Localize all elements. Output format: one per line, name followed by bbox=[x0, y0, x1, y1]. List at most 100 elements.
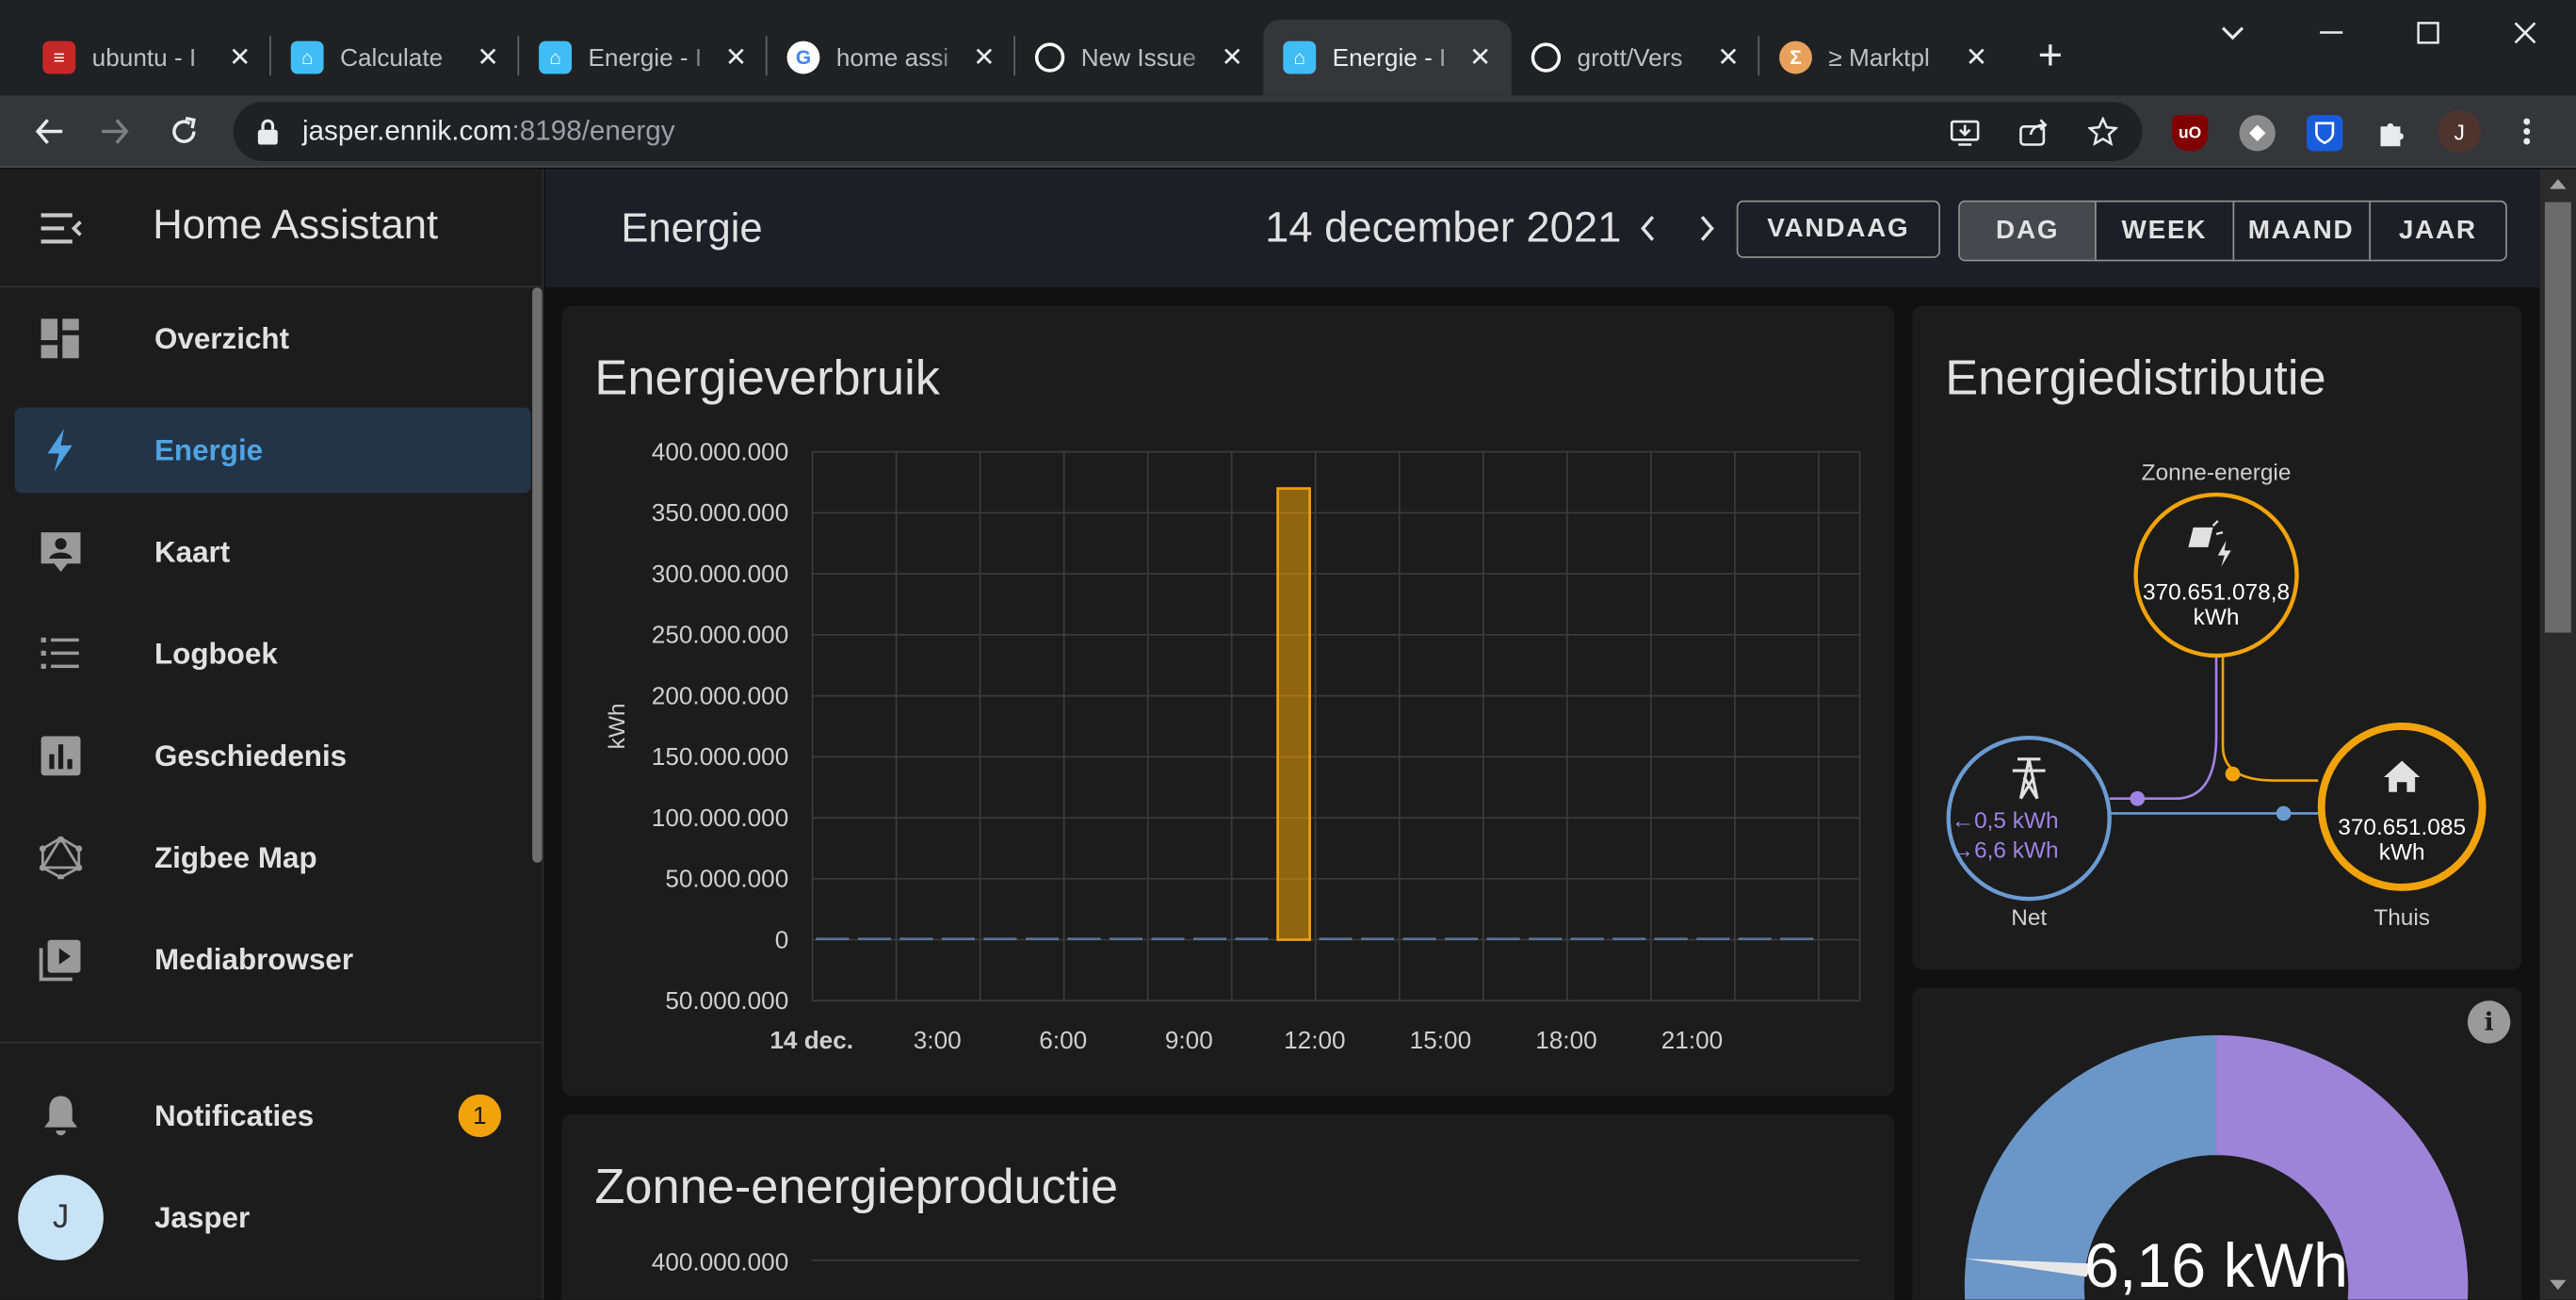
sidebar-item-user[interactable]: Jasper bbox=[15, 1175, 531, 1260]
address-bar[interactable]: jasper.ennik.com:8198/energy bbox=[233, 102, 2143, 161]
browser-tab[interactable]: Σ ≥ Marktpl ✕ bbox=[1759, 20, 2007, 95]
bar[interactable] bbox=[1654, 937, 1688, 940]
previous-day-chevron-icon[interactable] bbox=[1629, 209, 1665, 249]
grid-node[interactable]: ←0,5 kWh →6,6 kWh bbox=[1946, 736, 2112, 902]
sidebar-item-label: Zigbee Map bbox=[154, 840, 317, 874]
bar[interactable] bbox=[942, 937, 975, 940]
sidebar-item-overzicht[interactable]: Overzicht bbox=[15, 296, 531, 382]
sidebar: Home Assistant Overzicht Energie Kaart L… bbox=[0, 169, 544, 1300]
energy-usage-chart[interactable]: 400.000.000 350.000.000 300.000.000 250.000… bbox=[562, 305, 1895, 1096]
bar[interactable] bbox=[1151, 937, 1185, 940]
bar[interactable] bbox=[1110, 937, 1143, 940]
extension-icon[interactable] bbox=[2239, 115, 2276, 152]
bar[interactable] bbox=[1780, 937, 1814, 940]
bar[interactable] bbox=[1738, 937, 1772, 940]
bar[interactable] bbox=[1319, 937, 1353, 940]
bitwarden-icon[interactable] bbox=[2306, 115, 2343, 152]
reload-icon[interactable] bbox=[161, 108, 207, 154]
bar[interactable] bbox=[1276, 487, 1311, 941]
bar[interactable] bbox=[1486, 937, 1520, 940]
tab-close-icon[interactable]: ✕ bbox=[221, 40, 257, 75]
y-axis-label: kWh bbox=[605, 704, 630, 750]
menu-open-icon[interactable] bbox=[40, 209, 82, 249]
period-month-button[interactable]: MAAND bbox=[2233, 202, 2371, 260]
share-icon[interactable] bbox=[2017, 115, 2050, 148]
bar[interactable] bbox=[1445, 937, 1479, 940]
bar[interactable] bbox=[983, 937, 1017, 940]
browser-tab[interactable]: ⌂ Energie - I ✕ bbox=[519, 20, 767, 95]
ublock-icon[interactable]: uO bbox=[2171, 115, 2209, 152]
bar[interactable] bbox=[1026, 937, 1059, 940]
bar[interactable] bbox=[1193, 937, 1227, 940]
period-week-button[interactable]: WEEK bbox=[2097, 202, 2234, 260]
information-icon[interactable]: i bbox=[2467, 1000, 2511, 1044]
tab-close-icon[interactable]: ✕ bbox=[966, 40, 1002, 75]
dashboard-icon bbox=[41, 318, 79, 359]
bar[interactable] bbox=[899, 937, 933, 940]
browser-tab-bar: ≡ ubuntu - I ✕ ⌂ Calculate ✕ ⌂ Energie - I ✕ Ghom… bbox=[0, 0, 2576, 96]
solar-node[interactable]: 370.651.078,8 kWh bbox=[2133, 492, 2299, 658]
home-assistant-icon: ⌂ bbox=[539, 41, 573, 74]
bar[interactable] bbox=[1696, 937, 1730, 940]
install-app-icon[interactable] bbox=[1949, 115, 1982, 148]
bar[interactable] bbox=[1612, 937, 1646, 940]
sidebar-item-zigbee-map[interactable]: Zigbee Map bbox=[15, 815, 531, 901]
sidebar-item-mediabrowser[interactable]: Mediabrowser bbox=[15, 917, 531, 1002]
bar[interactable] bbox=[1529, 937, 1563, 940]
period-day-button[interactable]: DAG bbox=[1959, 202, 2098, 260]
next-day-chevron-icon[interactable] bbox=[1689, 209, 1725, 249]
tab-search-icon[interactable] bbox=[2195, 9, 2270, 56]
bar[interactable] bbox=[1570, 937, 1604, 940]
solar-production-chart[interactable]: 400.000.000 bbox=[562, 1114, 1895, 1300]
puzzle-extensions-icon[interactable] bbox=[2374, 115, 2410, 151]
browser-tab[interactable]: New Issue ✕ bbox=[1015, 20, 1263, 95]
tab-close-icon[interactable]: ✕ bbox=[1958, 40, 1994, 75]
tab-separator bbox=[1013, 36, 1015, 76]
sidebar-item-kaart[interactable]: Kaart bbox=[15, 510, 531, 595]
back-arrow-icon[interactable] bbox=[26, 108, 73, 154]
tab-close-icon[interactable]: ✕ bbox=[1710, 40, 1746, 75]
bookmark-star-icon[interactable] bbox=[2086, 115, 2119, 148]
sidebar-item-notificaties[interactable]: Notificaties bbox=[15, 1073, 531, 1159]
sidebar-item-energie[interactable]: Energie bbox=[14, 407, 531, 494]
bar[interactable] bbox=[1402, 937, 1436, 940]
y-tick-label: 200.000.000 bbox=[652, 681, 788, 709]
tab-close-icon[interactable]: ✕ bbox=[1214, 40, 1250, 75]
bar[interactable] bbox=[1235, 937, 1269, 940]
tab-close-icon[interactable]: ✕ bbox=[718, 40, 753, 75]
sidebar-item-logboek[interactable]: Logboek bbox=[15, 611, 531, 697]
x-tick-label: 21:00 bbox=[1661, 1026, 1723, 1054]
browser-tab[interactable]: Ghome assi ✕ bbox=[768, 20, 1015, 95]
bar[interactable] bbox=[857, 937, 891, 940]
browser-tab[interactable]: grott/Vers ✕ bbox=[1512, 20, 1759, 95]
browser-tab[interactable]: ⌂ Calculate ✕ bbox=[271, 20, 519, 95]
profile-avatar[interactable]: J bbox=[2438, 109, 2481, 154]
tab-close-icon[interactable]: ✕ bbox=[1462, 40, 1498, 75]
tab-close-icon[interactable]: ✕ bbox=[470, 40, 506, 75]
minimize-icon[interactable] bbox=[2293, 9, 2369, 56]
home-node[interactable]: 370.651.085 kWh bbox=[2317, 723, 2487, 891]
flow-dot bbox=[2276, 805, 2292, 821]
sidebar-item-geschiedenis[interactable]: Geschiedenis bbox=[15, 713, 531, 799]
scroll-down-arrow-icon[interactable] bbox=[2550, 1279, 2567, 1291]
google-icon: G bbox=[786, 41, 820, 74]
close-window-icon[interactable] bbox=[2487, 9, 2563, 56]
bar[interactable] bbox=[1361, 937, 1395, 940]
bar[interactable] bbox=[1067, 937, 1101, 940]
scrollbar-thumb[interactable] bbox=[2544, 202, 2571, 633]
kebab-menu-icon[interactable] bbox=[2503, 108, 2550, 154]
today-button[interactable]: VANDAAG bbox=[1736, 200, 1941, 258]
y-tick-label: 250.000.000 bbox=[652, 621, 788, 649]
tab-separator bbox=[1758, 36, 1760, 76]
browser-tab[interactable]: ≡ ubuntu - I ✕ bbox=[23, 20, 270, 95]
play-box-multiple-icon bbox=[39, 939, 81, 982]
scroll-up-arrow-icon[interactable] bbox=[2550, 179, 2567, 189]
page-scrollbar[interactable] bbox=[2539, 169, 2576, 1300]
new-tab-button[interactable]: + bbox=[2027, 33, 2073, 79]
sidebar-scrollbar[interactable] bbox=[532, 287, 543, 863]
period-year-button[interactable]: JAAR bbox=[2371, 203, 2505, 260]
bar[interactable] bbox=[816, 937, 850, 940]
forward-arrow-icon[interactable] bbox=[92, 108, 138, 154]
maximize-icon[interactable] bbox=[2390, 9, 2466, 56]
browser-tab[interactable]: ⌂ Energie - I ✕ bbox=[1263, 19, 1512, 96]
